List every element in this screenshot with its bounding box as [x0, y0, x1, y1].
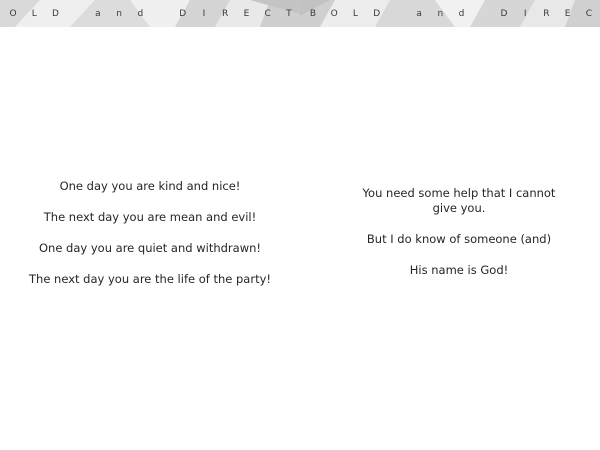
text-line: One day you are kind and nice!: [59, 179, 241, 193]
text-line: But I do know of someone (and): [366, 232, 552, 246]
banner-letter: O: [330, 8, 338, 19]
banner-letter: a: [416, 8, 422, 19]
banner-letter: D: [373, 8, 381, 19]
banner-title-right: B O L Da n d D I R E C: [300, 0, 600, 27]
left-page-text: One day you are kind and nice! The next …: [20, 179, 280, 303]
text-line: You need some help that I cannot give yo…: [362, 186, 556, 215]
banner-letter: n: [116, 8, 122, 19]
left-page: One day you are kind and nice! The next …: [0, 27, 300, 450]
banner-letter: R: [543, 8, 550, 19]
banner-letter: T: [286, 8, 292, 19]
banner-letter: I: [202, 8, 206, 19]
banner-letter: O: [9, 8, 17, 19]
banner-letter: I: [523, 8, 527, 19]
banner-letter: D: [500, 8, 508, 19]
banner-letter: C: [264, 8, 271, 19]
text-line: His name is God!: [409, 263, 509, 277]
right-page: You need some help that I cannot give yo…: [300, 27, 600, 450]
banner-letter: D: [179, 8, 187, 19]
banner-letter: E: [564, 8, 571, 19]
banner-title-left: O L Da n d D I R E C T: [0, 0, 300, 27]
banner-letter: d: [137, 8, 144, 19]
banner-letter: D: [51, 8, 59, 19]
banner-letter: a: [95, 8, 101, 19]
banner-letter: n: [437, 8, 444, 19]
text-line: One day you are quiet and withdrawn!: [38, 241, 261, 255]
right-page-text: You need some help that I cannot give yo…: [360, 186, 558, 294]
text-line: The next day you are mean and evil!: [43, 210, 257, 224]
banner-letter: E: [243, 8, 250, 19]
header-banner-right: B O L Da n d D I R E C: [300, 0, 600, 27]
banner-letter: C: [585, 8, 592, 19]
banner-letter: R: [222, 8, 229, 19]
text-line: The next day you are the life of the par…: [29, 272, 271, 286]
banner-letter: L: [31, 8, 37, 19]
banner-letter: L: [352, 8, 358, 19]
banner-letter: B: [309, 8, 317, 19]
header-banner-left: O L Da n d D I R E C T: [0, 0, 300, 27]
banner-letter: d: [458, 8, 465, 19]
